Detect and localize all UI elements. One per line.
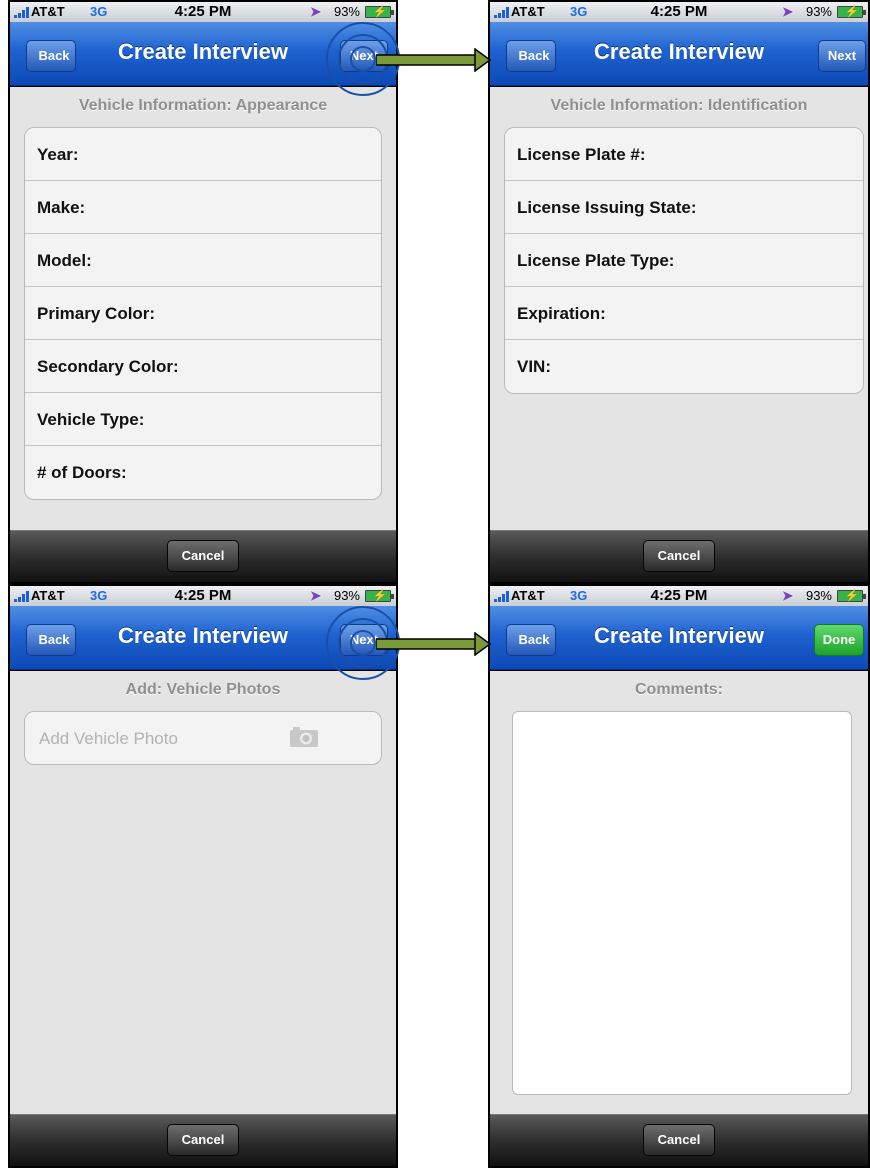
bottom-toolbar: Cancel bbox=[10, 1114, 396, 1166]
battery-percent: 93% bbox=[333, 588, 360, 603]
cancel-button[interactable]: Cancel bbox=[167, 540, 239, 572]
screen-vehicle-appearance: AT&T 3G 4:25 PM ➤ 93% ⚡ Back Create Inte… bbox=[8, 0, 398, 584]
location-arrow-icon: ➤ bbox=[310, 588, 321, 603]
battery-percent: 93% bbox=[805, 4, 832, 19]
model-field[interactable]: Model: bbox=[25, 234, 381, 287]
bottom-toolbar: Cancel bbox=[490, 530, 868, 582]
expiration-field[interactable]: Expiration: bbox=[505, 287, 863, 340]
secondary-color-field[interactable]: Secondary Color: bbox=[25, 340, 381, 393]
battery-percent: 93% bbox=[333, 4, 360, 19]
battery-icon: ⚡ bbox=[365, 590, 394, 602]
location-arrow-icon: ➤ bbox=[782, 4, 793, 19]
screen-vehicle-identification: AT&T 3G 4:25 PM ➤ 93% ⚡ Back Create Inte… bbox=[488, 0, 870, 584]
battery-percent: 93% bbox=[805, 588, 832, 603]
page-title: Create Interview bbox=[118, 39, 288, 64]
location-arrow-icon: ➤ bbox=[310, 4, 321, 19]
section-header: Vehicle Information: Appearance bbox=[78, 97, 328, 114]
page-title: Create Interview bbox=[594, 39, 764, 64]
page-title: Create Interview bbox=[594, 623, 764, 648]
camera-icon bbox=[290, 727, 318, 747]
battery-icon: ⚡ bbox=[837, 6, 866, 18]
battery-icon: ⚡ bbox=[837, 590, 866, 602]
status-bar: AT&T 3G 4:25 PM ➤ 93% ⚡ bbox=[490, 2, 868, 22]
content-area: Comments: bbox=[490, 671, 868, 1116]
location-arrow-icon: ➤ bbox=[782, 588, 793, 603]
year-field[interactable]: Year: bbox=[25, 128, 381, 181]
navigation-bar: Back Create Interview Next bbox=[490, 22, 868, 86]
primary-color-field[interactable]: Primary Color: bbox=[25, 287, 381, 340]
license-state-field[interactable]: License Issuing State: bbox=[505, 181, 863, 234]
screen-vehicle-photos: AT&T 3G 4:25 PM ➤ 93% ⚡ Back Create Inte… bbox=[8, 584, 398, 1168]
appearance-fields-group: Year: Make: Model: Primary Color: Second… bbox=[24, 127, 382, 500]
page-title: Create Interview bbox=[118, 623, 288, 648]
add-vehicle-photo-button[interactable]: Add Vehicle Photo bbox=[24, 711, 382, 765]
section-header: Add: Vehicle Photos bbox=[125, 681, 281, 698]
section-header: Comments: bbox=[634, 681, 723, 698]
navigation-bar: Back Create Interview Next bbox=[10, 606, 396, 670]
battery-icon: ⚡ bbox=[365, 6, 394, 18]
content-area: Vehicle Information: Identification Lice… bbox=[490, 87, 868, 532]
cancel-button[interactable]: Cancel bbox=[167, 1124, 239, 1156]
cancel-button[interactable]: Cancel bbox=[643, 1124, 715, 1156]
navigation-bar: Back Create Interview Done bbox=[490, 606, 868, 670]
vin-field[interactable]: VIN: bbox=[505, 340, 863, 393]
license-plate-type-field[interactable]: License Plate Type: bbox=[505, 234, 863, 287]
screen-comments: AT&T 3G 4:25 PM ➤ 93% ⚡ Back Create Inte… bbox=[488, 584, 870, 1168]
content-area: Vehicle Information: Appearance Year: Ma… bbox=[10, 87, 396, 532]
status-bar: AT&T 3G 4:25 PM ➤ 93% ⚡ bbox=[10, 2, 396, 22]
section-header: Vehicle Information: Identification bbox=[550, 97, 808, 114]
cancel-button[interactable]: Cancel bbox=[643, 540, 715, 572]
identification-fields-group: License Plate #: License Issuing State: … bbox=[504, 127, 864, 394]
flow-arrow-icon bbox=[376, 48, 492, 72]
doors-field[interactable]: # of Doors: bbox=[25, 446, 381, 499]
vehicle-type-field[interactable]: Vehicle Type: bbox=[25, 393, 381, 446]
bottom-toolbar: Cancel bbox=[10, 530, 396, 582]
status-bar: AT&T 3G 4:25 PM ➤ 93% ⚡ bbox=[490, 586, 868, 606]
done-button[interactable]: Done bbox=[814, 624, 864, 656]
add-photo-label: Add Vehicle Photo bbox=[39, 729, 178, 748]
next-button[interactable]: Next bbox=[818, 40, 866, 72]
content-area: Add: Vehicle Photos Add Vehicle Photo bbox=[10, 671, 396, 1116]
license-plate-field[interactable]: License Plate #: bbox=[505, 128, 863, 181]
make-field[interactable]: Make: bbox=[25, 181, 381, 234]
navigation-bar: Back Create Interview Next bbox=[10, 22, 396, 86]
bottom-toolbar: Cancel bbox=[490, 1114, 868, 1166]
flow-arrow-icon bbox=[376, 632, 492, 656]
comments-textarea[interactable] bbox=[512, 711, 852, 1095]
status-bar: AT&T 3G 4:25 PM ➤ 93% ⚡ bbox=[10, 586, 396, 606]
